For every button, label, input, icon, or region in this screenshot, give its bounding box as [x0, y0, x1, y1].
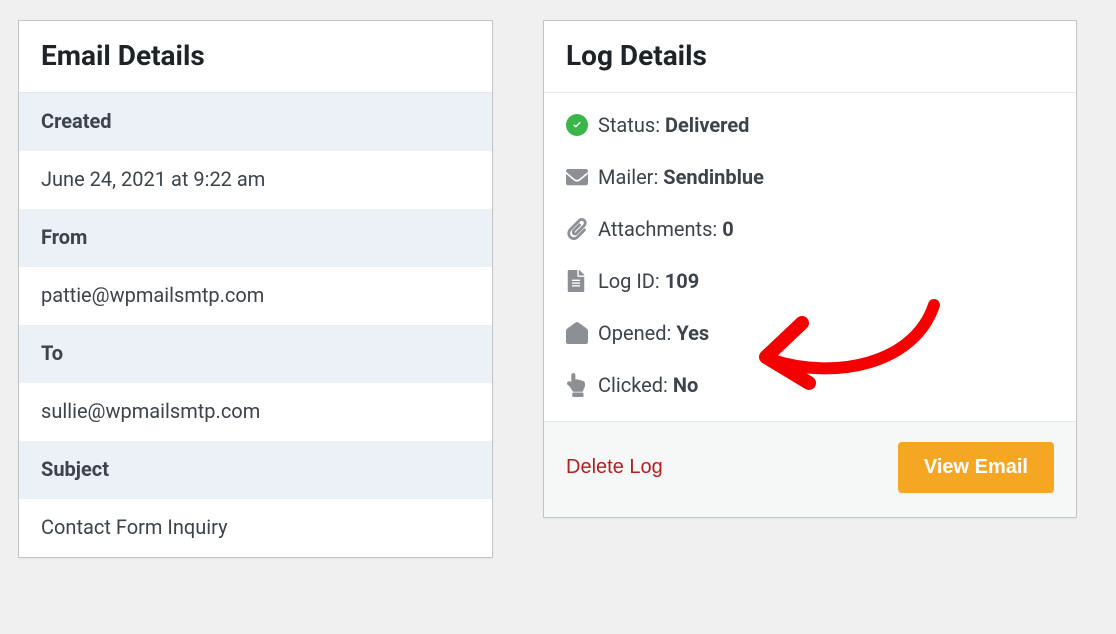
log-status-text: Status: Delivered [598, 113, 749, 137]
log-item-attachments: Attachments: 0 [544, 203, 1076, 255]
log-attachments-value: 0 [722, 217, 733, 241]
log-attachments-label: Attachments: [598, 217, 717, 241]
subject-label: Subject [19, 441, 492, 499]
from-label: From [19, 209, 492, 267]
log-details-footer: Delete Log View Email [544, 421, 1076, 517]
created-label: Created [19, 93, 492, 151]
log-opened-value: Yes [676, 321, 709, 345]
log-logid-label: Log ID: [598, 269, 660, 293]
paperclip-icon [566, 218, 598, 240]
to-label: To [19, 325, 492, 383]
log-details-panel: Log Details Status: Delivered Ma [543, 20, 1077, 518]
log-status-value: Delivered [665, 113, 749, 137]
log-logid-text: Log ID: 109 [598, 269, 699, 293]
email-details-title: Email Details [19, 21, 492, 93]
delete-log-button[interactable]: Delete Log [566, 456, 663, 479]
hand-point-up-icon [566, 373, 598, 397]
log-item-logid: Log ID: 109 [544, 255, 1076, 307]
log-clicked-label: Clicked: [598, 373, 668, 397]
email-details-panel: Email Details Created June 24, 2021 at 9… [18, 20, 493, 558]
log-status-label: Status: [598, 113, 660, 137]
log-item-opened: Opened: Yes [544, 307, 1076, 359]
view-email-button[interactable]: View Email [898, 442, 1054, 493]
log-mailer-text: Mailer: Sendinblue [598, 165, 764, 189]
envelope-icon [566, 166, 598, 188]
log-opened-label: Opened: [598, 321, 671, 345]
log-item-mailer: Mailer: Sendinblue [544, 151, 1076, 203]
created-value: June 24, 2021 at 9:22 am [19, 151, 492, 209]
log-logid-value: 109 [665, 269, 699, 293]
log-mailer-label: Mailer: [598, 165, 658, 189]
to-value: sullie@wpmailsmtp.com [19, 383, 492, 441]
log-clicked-text: Clicked: No [598, 373, 698, 397]
log-item-clicked: Clicked: No [544, 359, 1076, 411]
log-opened-text: Opened: Yes [598, 321, 709, 345]
log-details-title: Log Details [544, 21, 1076, 93]
log-details-list: Status: Delivered Mailer: Sendinblue [544, 93, 1076, 421]
subject-value: Contact Form Inquiry [19, 499, 492, 557]
from-value: pattie@wpmailsmtp.com [19, 267, 492, 325]
log-attachments-text: Attachments: 0 [598, 217, 734, 241]
file-icon [566, 270, 598, 292]
log-mailer-value: Sendinblue [663, 165, 764, 189]
envelope-open-icon [566, 322, 598, 344]
log-item-status: Status: Delivered [544, 99, 1076, 151]
log-clicked-value: No [673, 373, 698, 397]
check-circle-icon [566, 114, 598, 136]
